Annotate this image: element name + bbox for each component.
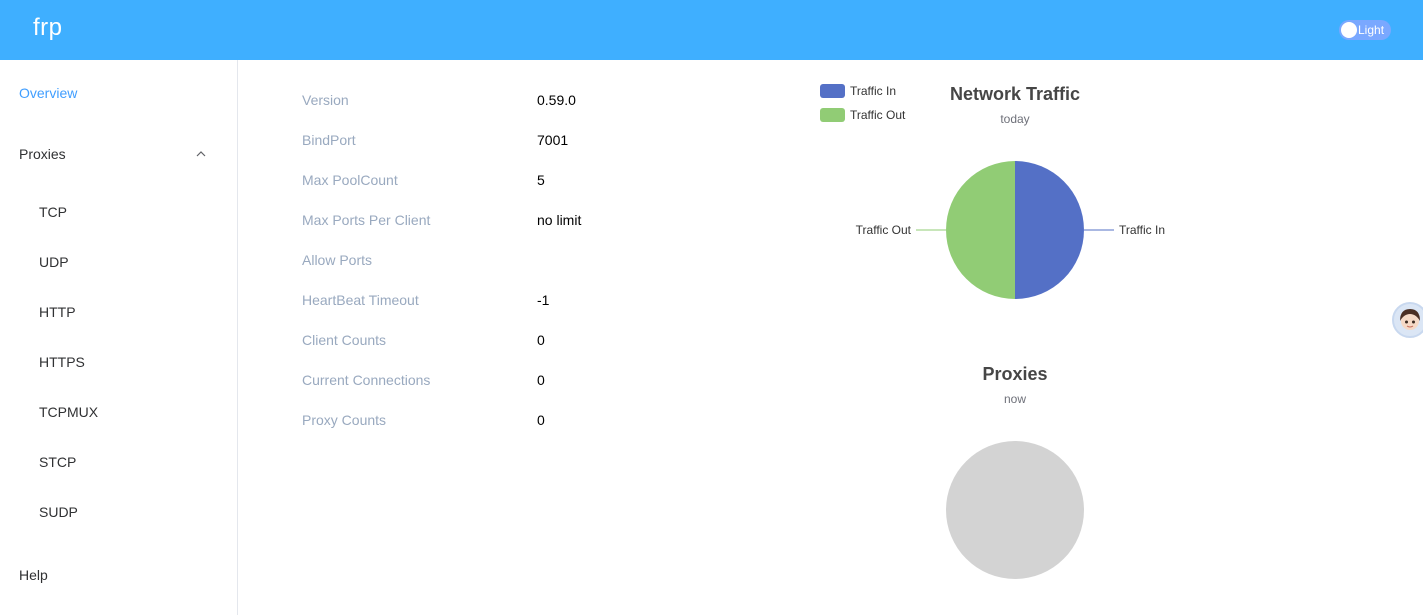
top-header: frp Light bbox=[0, 0, 1423, 60]
chart-subtitle: today bbox=[1000, 112, 1030, 126]
info-value-client-counts: 0 bbox=[537, 332, 545, 348]
slice-label: Traffic Out bbox=[856, 223, 912, 237]
sidebar-item-sudp[interactable]: SUDP bbox=[39, 504, 78, 520]
empty-pie bbox=[946, 441, 1084, 579]
legend-swatch bbox=[820, 108, 845, 122]
theme-toggle-label: Light bbox=[1358, 23, 1385, 37]
info-value-version: 0.59.0 bbox=[537, 92, 576, 108]
info-value-proxy-counts: 0 bbox=[537, 412, 545, 428]
info-label-client-counts: Client Counts bbox=[302, 332, 387, 348]
sidebar-item-http[interactable]: HTTP bbox=[39, 304, 76, 320]
avatar-icon[interactable] bbox=[1392, 302, 1423, 338]
app-logo[interactable]: frp bbox=[33, 14, 63, 42]
legend-label: Traffic In bbox=[850, 84, 897, 98]
info-label-max-ports: Max Ports Per Client bbox=[302, 212, 431, 228]
info-value-bindport: 7001 bbox=[537, 132, 569, 148]
toggle-knob bbox=[1341, 22, 1357, 38]
sidebar-item-help[interactable]: Help bbox=[19, 567, 48, 583]
info-label-bindport: BindPort bbox=[302, 132, 356, 148]
info-value-max-poolcount: 5 bbox=[537, 172, 545, 188]
info-value-max-ports: no limit bbox=[537, 212, 582, 228]
chart-subtitle: now bbox=[1003, 392, 1026, 406]
info-label-current-connections: Current Connections bbox=[302, 372, 431, 388]
pie-slice-traffic-out[interactable] bbox=[946, 161, 1015, 299]
traffic-pie-svg: Traffic In Traffic Out bbox=[856, 161, 1165, 299]
sidebar-item-udp[interactable]: UDP bbox=[39, 254, 69, 270]
legend-item-traffic-in[interactable]: Traffic In bbox=[820, 84, 896, 98]
info-label-heartbeat-timeout: HeartBeat Timeout bbox=[302, 292, 419, 308]
sidebar-item-stcp[interactable]: STCP bbox=[39, 454, 76, 470]
chart-title: Proxies bbox=[982, 364, 1048, 384]
sidebar-item-proxies[interactable]: Proxies bbox=[19, 146, 66, 162]
chevron-up-icon[interactable] bbox=[194, 147, 208, 161]
slice-label: Traffic In bbox=[1119, 223, 1165, 237]
info-label-max-poolcount: Max PoolCount bbox=[302, 172, 398, 188]
info-label-proxy-counts: Proxy Counts bbox=[302, 412, 387, 428]
sidebar-item-https[interactable]: HTTPS bbox=[39, 354, 85, 370]
legend-item-traffic-out[interactable]: Traffic Out bbox=[820, 108, 905, 122]
sidebar-item-tcpmux[interactable]: TCPMUX bbox=[39, 404, 98, 420]
pie-slice-traffic-in[interactable] bbox=[1015, 161, 1084, 299]
legend-label: Traffic Out bbox=[850, 108, 906, 122]
info-label-version: Version bbox=[302, 92, 349, 108]
sidebar-item-tcp[interactable]: TCP bbox=[39, 204, 67, 220]
sidebar-item-overview[interactable]: Overview bbox=[19, 85, 77, 101]
legend-swatch bbox=[820, 84, 845, 98]
theme-toggle[interactable]: Light bbox=[1339, 20, 1391, 40]
info-value-heartbeat-timeout: -1 bbox=[537, 292, 550, 308]
info-value-current-connections: 0 bbox=[537, 372, 545, 388]
sidebar-menu: Overview Proxies TCP UDP HTTP HTTPS TCPM… bbox=[0, 60, 238, 615]
chart-title: Network Traffic bbox=[949, 84, 1081, 104]
info-label-allow-ports: Allow Ports bbox=[302, 252, 373, 268]
proxies-pie-svg bbox=[946, 441, 1084, 579]
